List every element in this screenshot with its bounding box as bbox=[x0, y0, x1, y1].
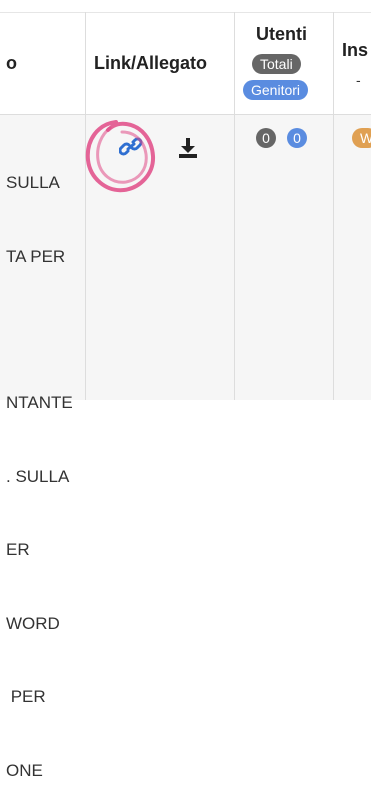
column-divider bbox=[85, 12, 86, 400]
count-totali: 0 bbox=[256, 128, 276, 148]
partial-status-badge: W bbox=[352, 128, 371, 148]
header-col-partial-left: o bbox=[6, 53, 17, 73]
data-table: o Link/Allegato Utenti Totali Genitori I… bbox=[0, 0, 371, 780]
header-utenti[interactable]: Utenti bbox=[256, 24, 307, 45]
hand-drawn-circle bbox=[85, 120, 156, 193]
count-genitori: 0 bbox=[287, 128, 307, 148]
header-partial-mark: - bbox=[356, 72, 361, 88]
column-divider bbox=[333, 12, 334, 400]
row-text-line: ER bbox=[6, 540, 30, 559]
row-text-line: TA PER bbox=[6, 246, 66, 266]
badge-totali: Totali bbox=[252, 54, 301, 74]
row-text-line: . SULLA bbox=[6, 466, 70, 486]
row-text-line: SULLA bbox=[6, 173, 60, 192]
row-text-line: PER bbox=[6, 687, 46, 706]
row-text-line bbox=[6, 318, 73, 342]
row-description: SULLA TA PER NTANTE . SULLA ER WORD PER … bbox=[6, 122, 73, 800]
header-col-partial-right: Ins bbox=[342, 40, 369, 60]
header-divider bbox=[0, 114, 371, 115]
row-text-line: NTANTE bbox=[6, 393, 73, 412]
download-icon[interactable] bbox=[177, 137, 199, 159]
header-link-allegato[interactable]: Link/Allegato bbox=[94, 53, 207, 74]
column-divider bbox=[234, 12, 235, 400]
badge-genitori: Genitori bbox=[243, 80, 309, 100]
row-text-line: ONE bbox=[6, 760, 43, 780]
row-text-line: WORD bbox=[6, 613, 60, 633]
